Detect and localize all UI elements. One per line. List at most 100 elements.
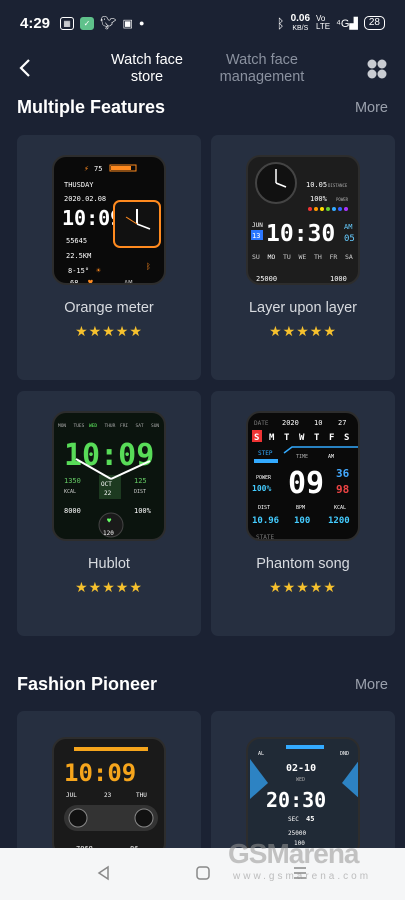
- power-value: 100%: [252, 484, 271, 493]
- watch-face-card[interactable]: ⚡ 75 THUSDAY 2020.02.08 10:09 55645 22.5…: [17, 135, 201, 380]
- more-link[interactable]: More: [355, 677, 388, 693]
- net-speed: 0.06 KB/S: [290, 12, 311, 33]
- day-value: 23: [104, 792, 112, 799]
- steps-value: 10.05: [306, 181, 327, 189]
- grid-menu-icon[interactable]: [366, 58, 388, 80]
- status-time: 4:29: [20, 14, 51, 32]
- time-digits: 20:30: [266, 788, 326, 812]
- vpn-icon: ✓: [80, 16, 95, 30]
- seconds-value: 05: [344, 234, 355, 244]
- distance-label: DISTANCE: [328, 183, 348, 188]
- heart-rate-value: 120: [103, 530, 114, 537]
- weekday-label: TUES: [74, 423, 85, 429]
- rating-stars: ★★★★★: [75, 579, 143, 595]
- time-digits: 10:09: [64, 438, 154, 473]
- weekday-label: MO: [268, 253, 276, 261]
- stat-1-value: 25000: [256, 275, 277, 283]
- layer-upon-layer-face: 10.05 DISTANCE 100% POWER JUN 13 10:30 A…: [251, 162, 355, 283]
- fashion-face-1: 10:09 JUL 23 THU 7068 86: [64, 747, 158, 853]
- month-value: 10: [314, 419, 322, 427]
- weekday-label: W: [299, 433, 305, 443]
- orange-meter-face: ⚡ 75 THUSDAY 2020.02.08 10:09 55645 22.5…: [62, 164, 161, 285]
- rating-stars: ★★★★★: [269, 323, 337, 339]
- section-title: Fashion Pioneer: [17, 674, 158, 694]
- weekday-label: WED: [89, 423, 97, 429]
- seconds-value: 98: [336, 483, 349, 496]
- card-name: Phantom song: [256, 556, 350, 572]
- twitter-icon: 🐦︎: [100, 15, 117, 30]
- temp-value: 8-15°: [68, 267, 89, 275]
- header: Watch face store Watch face management: [0, 48, 405, 90]
- watch-face-card[interactable]: MON TUES WED THUR FRI SAT SUN 10:09 1350 KCAL …: [17, 391, 201, 636]
- svg-text:♥: ♥: [88, 278, 93, 285]
- watch-face-preview: 10:09 JUL 23 THU 7068 86: [52, 737, 166, 857]
- more-link[interactable]: More: [355, 100, 388, 116]
- weekday-label: SA: [345, 253, 353, 261]
- weekday-label: TH: [314, 253, 322, 261]
- bluetooth-icon: ᛒ: [276, 15, 285, 31]
- day-label: THUSDAY: [64, 181, 94, 189]
- nav-home-icon[interactable]: [195, 865, 211, 881]
- status-bar: 4:29 ▦ ✓ 🐦︎ ▣ ● ᛒ 0.06 KB/S Vo LTE ⁴G▟ 28: [0, 0, 405, 46]
- weekday-label: FRI: [120, 423, 128, 429]
- section-title: Multiple Features: [17, 97, 166, 117]
- state-label: STATE: [256, 534, 274, 541]
- watch-face-preview: 10.05 DISTANCE 100% POWER JUN 13 10:30 A…: [246, 155, 360, 285]
- ampm-label: AM: [124, 279, 132, 285]
- time-digits: 10:30: [266, 221, 335, 247]
- kcal-label: KCAL: [334, 505, 346, 511]
- rating-stars: ★★★★★: [269, 579, 337, 595]
- distance-value: 10.96: [252, 516, 279, 526]
- time-label: TIME: [296, 454, 308, 460]
- watch-face-preview: MON TUES WED THUR FRI SAT SUN 10:09 1350 KCAL …: [52, 411, 166, 541]
- signal-icon: ⁴G▟: [336, 17, 358, 30]
- card-name: Orange meter: [64, 300, 154, 316]
- nav-back-icon[interactable]: [96, 865, 112, 881]
- steps-value: 25000: [288, 830, 306, 837]
- day-value: 13: [252, 232, 260, 240]
- time-digits: 09: [288, 466, 324, 501]
- tab-watch-face-management[interactable]: Watch face management: [212, 52, 312, 86]
- dnd-label: DND: [340, 751, 349, 757]
- ampm-label: AM: [328, 454, 334, 460]
- weekday-label: WE: [299, 253, 307, 261]
- day-value: 27: [338, 419, 346, 427]
- net-speed-unit: KB/S: [292, 24, 309, 32]
- month-label: JUN: [252, 222, 263, 229]
- year-value: 2020: [282, 419, 299, 427]
- kcal-value: 1200: [328, 516, 350, 526]
- rating-stars: ★★★★★: [75, 323, 143, 339]
- steps-value: 8000: [64, 507, 81, 515]
- notification-icons: ▦ ✓ 🐦︎ ▣ ●: [60, 15, 144, 31]
- alarm-label: AL: [258, 751, 264, 757]
- kcal-value: 1350: [64, 477, 81, 485]
- weekday-label: SAT: [136, 423, 144, 429]
- tab-watch-face-store[interactable]: Watch face store: [100, 52, 194, 86]
- app-grid-icon: ▦: [60, 16, 75, 30]
- date-label: 2020.02.08: [64, 195, 106, 203]
- svg-text:⚡: ⚡: [84, 164, 89, 173]
- dot-icon: ●: [138, 18, 145, 28]
- watermark-logo: GSMarena: [228, 838, 359, 869]
- month-label: OCT: [101, 481, 112, 488]
- date-value: 02-10: [286, 763, 316, 774]
- net-speed-value: 0.06: [290, 12, 311, 24]
- weekday-label: T: [314, 433, 320, 443]
- seconds-label: SEC: [288, 816, 299, 823]
- kcal-label: KCAL: [64, 489, 76, 495]
- ampm-label: AM: [344, 223, 352, 231]
- signal-label: ⁴G: [336, 17, 350, 30]
- watch-face-card[interactable]: DATE 2020 10 27 SMTWTFS STEP TIME AM 09 …: [211, 391, 395, 636]
- seconds-value: 45: [306, 815, 314, 823]
- watermark-url: www.gsmarena.com: [233, 871, 372, 882]
- weekday-label: MON: [58, 423, 66, 429]
- battery-icon: 28: [363, 16, 385, 30]
- steps-value: 55645: [66, 237, 87, 245]
- watch-face-card[interactable]: 10:09 JUL 23 THU 7068 86: [17, 711, 201, 871]
- back-arrow-icon[interactable]: [14, 56, 38, 80]
- dist-label: DIST: [134, 489, 146, 495]
- time-digits: 10:09: [64, 759, 136, 787]
- svg-text:ᛒ: ᛒ: [146, 262, 151, 271]
- watch-face-card[interactable]: 10.05 DISTANCE 100% POWER JUN 13 10:30 A…: [211, 135, 395, 380]
- gallery-icon: ▣: [122, 17, 133, 30]
